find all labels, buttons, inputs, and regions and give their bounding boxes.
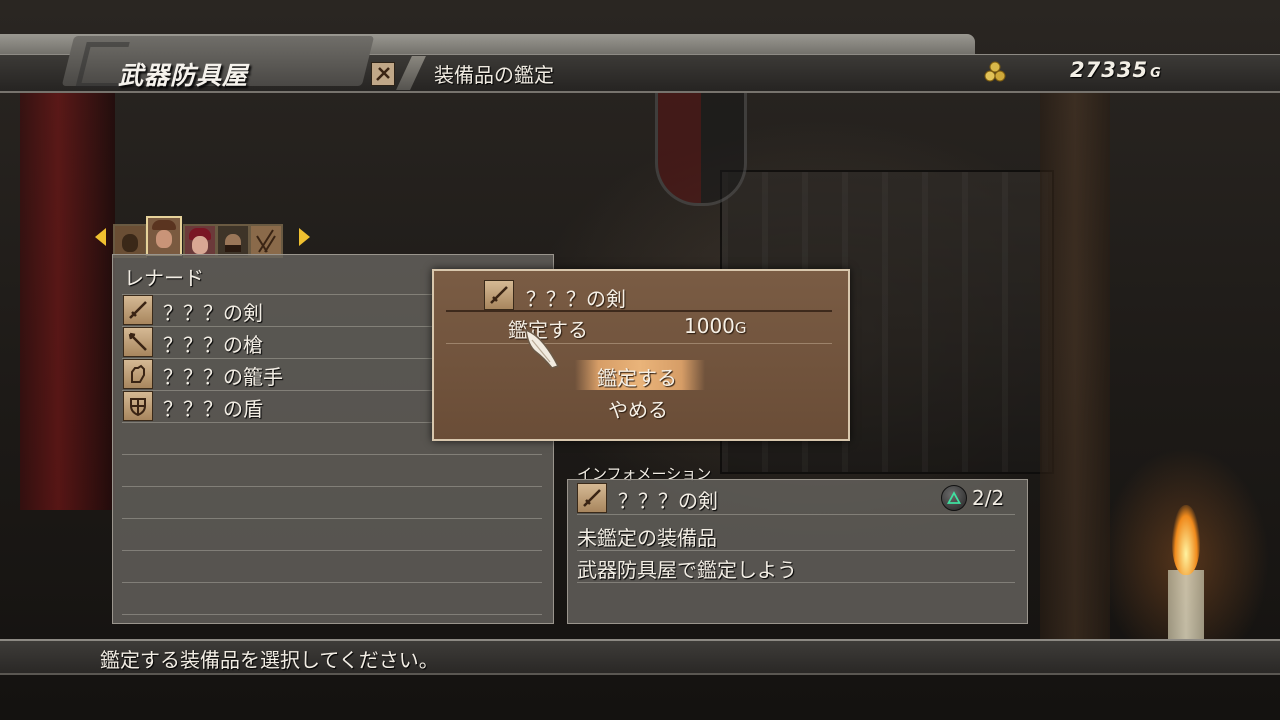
character-name: レナード [124, 266, 204, 290]
shield-icon [123, 391, 153, 421]
shop-title: 武器防具屋 [118, 61, 249, 90]
background-candle [1168, 570, 1204, 640]
confirm-appraise-option[interactable]: 鑑定する [597, 362, 677, 391]
portrait-4[interactable] [216, 224, 250, 258]
gauntlet-icon [123, 359, 153, 389]
sword-icon [123, 295, 153, 325]
dialog-divider [446, 343, 832, 344]
spear-icon [123, 327, 153, 357]
row-divider [122, 486, 542, 487]
portrait-1[interactable] [113, 224, 147, 258]
info-divider [577, 514, 1015, 515]
gold-coins-icon [983, 61, 1007, 83]
gold-value: 27335 [1070, 58, 1149, 82]
sword-icon [484, 280, 514, 310]
background-flame [1172, 505, 1200, 575]
mode-title: 装備品の鑑定 [434, 63, 554, 87]
dialog-item-name: ？？？の剣 [526, 287, 626, 311]
portrait-5[interactable] [249, 224, 283, 258]
info-line-1: 未鑑定の装備品 [577, 526, 717, 550]
inventory-item-sword[interactable]: ？？？の剣 [163, 297, 263, 326]
dialog-divider [446, 310, 832, 312]
row-divider [122, 518, 542, 519]
dialog-price-unit: G [734, 319, 747, 337]
next-character-arrow[interactable] [299, 228, 310, 246]
info-page-indicator: 2/2 [972, 486, 1005, 510]
cancel-option[interactable]: やめる [608, 394, 668, 423]
background-shield [655, 90, 747, 206]
appraise-mode-icon [371, 62, 395, 86]
pointer-hand-icon [522, 326, 564, 372]
info-item-name: ？？？の剣 [618, 489, 718, 513]
triangle-button-icon [941, 485, 967, 511]
info-line-2: 武器防具屋で鑑定しよう [577, 558, 797, 582]
gold-unit: G [1150, 66, 1162, 81]
dialog-price: 1000G [684, 314, 747, 338]
dialog-price-value: 1000 [684, 314, 735, 338]
portrait-2-selected[interactable] [146, 216, 182, 256]
info-divider [577, 550, 1015, 551]
row-divider [122, 582, 542, 583]
row-divider [122, 454, 542, 455]
row-divider [122, 614, 542, 615]
background-curtain [20, 90, 115, 510]
background-pillar [1040, 90, 1110, 650]
portrait-3[interactable] [183, 224, 217, 258]
inventory-item-spear[interactable]: ？？？の槍 [163, 329, 263, 358]
prev-character-arrow[interactable] [95, 228, 106, 246]
info-divider [577, 582, 1015, 583]
gold-amount: 27335 G [1070, 58, 1162, 82]
help-text: 鑑定する装備品を選択してください。 [100, 648, 439, 672]
row-divider [122, 550, 542, 551]
inventory-item-shield[interactable]: ？？？の盾 [163, 393, 263, 422]
sword-icon [577, 483, 607, 513]
inventory-item-gauntlet[interactable]: ？？？の籠手 [163, 361, 283, 390]
